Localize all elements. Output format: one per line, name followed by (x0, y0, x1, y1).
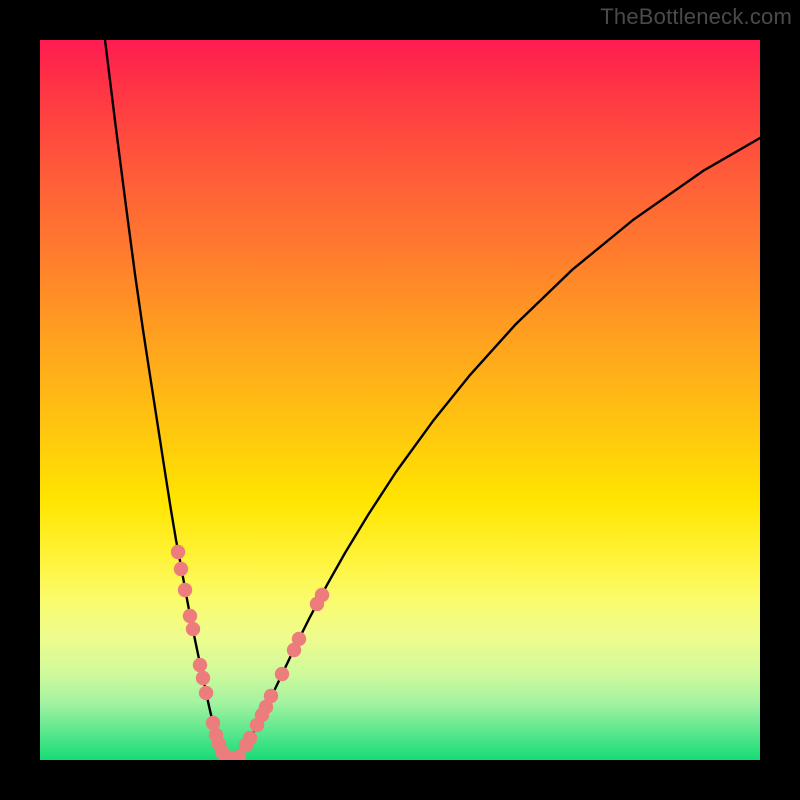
marker-dot (243, 731, 257, 745)
marker-dot (171, 545, 185, 559)
marker-dot (178, 583, 192, 597)
series-group (105, 40, 760, 758)
chart-svg (40, 40, 760, 760)
marker-dot (275, 667, 289, 681)
marker-dot (199, 686, 213, 700)
marker-dot (174, 562, 188, 576)
marker-dot (186, 622, 200, 636)
marker-dot (292, 632, 306, 646)
curve-right (238, 138, 760, 758)
marker-dot (193, 658, 207, 672)
plot-area (40, 40, 760, 760)
curve-left (105, 40, 229, 758)
markers-group (171, 545, 329, 760)
marker-dot (315, 588, 329, 602)
watermark-text: TheBottleneck.com (600, 4, 792, 30)
marker-dot (183, 609, 197, 623)
marker-dot (206, 716, 220, 730)
marker-dot (264, 689, 278, 703)
chart-frame: TheBottleneck.com (0, 0, 800, 800)
marker-dot (196, 671, 210, 685)
